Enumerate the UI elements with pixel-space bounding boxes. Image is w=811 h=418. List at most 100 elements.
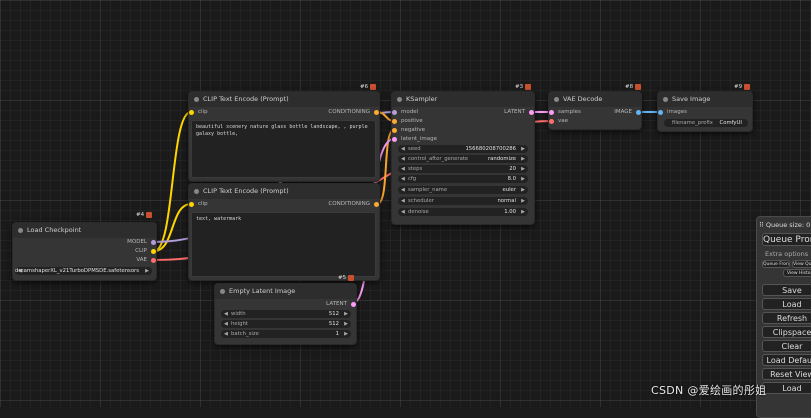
clipspace-button[interactable]: Clipspace	[762, 326, 811, 338]
node-title: KSampler	[392, 92, 534, 107]
reset-view-button[interactable]: Reset View	[762, 368, 811, 380]
empty-latent-image-node[interactable]: Empty Latent Image LATENT ◀ width 512 ▶ ◀ he…	[214, 283, 357, 345]
arrow-left-icon: ◀	[224, 311, 228, 317]
output-latent[interactable]: LATENT	[326, 300, 356, 309]
watermark: CSDN @爱绘画的彤姐	[651, 384, 767, 397]
node-title: Save Image	[658, 92, 752, 107]
output-conditioning[interactable]: CONDITIONING	[328, 200, 379, 209]
node-id-badge: #9	[734, 84, 751, 90]
node-icon	[348, 275, 355, 281]
arrow-left-icon: ◀	[401, 198, 405, 204]
node-title: CLIP Text Encode (Prompt)	[189, 92, 379, 107]
collapse-dot-icon	[18, 228, 23, 233]
input-latent-image[interactable]: latent_image	[392, 135, 437, 144]
arrow-right-icon: ▶	[344, 331, 348, 337]
view-queue-button[interactable]: View Queue	[792, 260, 811, 268]
arrow-right-icon: ▶	[521, 146, 525, 152]
output-vae[interactable]: VAE	[136, 256, 156, 265]
arrow-right-icon: ▶	[521, 209, 525, 215]
seed-widget[interactable]: ◀ seed 156680208700286 ▶	[398, 145, 528, 153]
queue-front-button[interactable]: Queue Front	[762, 260, 790, 268]
arrow-left-icon: ◀	[401, 209, 405, 215]
input-images[interactable]: images	[658, 108, 687, 117]
arrow-left-icon: ◀	[401, 146, 405, 152]
collapse-dot-icon	[663, 97, 668, 102]
output-clip[interactable]: CLIP	[135, 247, 156, 256]
collapse-dot-icon	[194, 189, 199, 194]
ckpt-name-combo[interactable]: ◀ dreamshaperXL_v21TurboDPMSDE.safetenso…	[15, 267, 152, 275]
node-icon	[525, 84, 532, 90]
load-default-button[interactable]: Load Default	[762, 354, 811, 366]
node-id-badge: #4	[136, 212, 153, 218]
filename-prefix-widget[interactable]: filename_prefix ComfyUI	[664, 119, 748, 127]
output-model[interactable]: MODEL	[127, 238, 156, 247]
node-icon	[635, 84, 642, 90]
arrow-left-icon: ◀	[401, 187, 405, 193]
node-title: Load Checkpoint	[13, 223, 156, 238]
input-model[interactable]: model	[392, 108, 418, 117]
save-image-node[interactable]: Save Image images filename_prefix ComfyUI	[657, 91, 753, 132]
output-conditioning[interactable]: CONDITIONING	[328, 108, 379, 117]
input-clip[interactable]: clip	[189, 200, 208, 209]
node-icon	[744, 84, 751, 90]
input-negative[interactable]: negative	[392, 126, 425, 135]
height-widget[interactable]: ◀ height 512 ▶	[221, 320, 351, 328]
steps-widget[interactable]: ◀ steps 20 ▶	[398, 165, 528, 173]
arrow-left-icon: ◀	[401, 176, 405, 182]
arrow-right-icon: ▶	[344, 321, 348, 327]
view-history-button[interactable]: View History	[783, 269, 811, 277]
clip-text-encode-positive-node[interactable]: CLIP Text Encode (Prompt) clip CONDITION…	[188, 91, 380, 182]
node-id-badge: #8	[625, 84, 642, 90]
input-samples[interactable]: samples	[549, 108, 581, 117]
output-latent[interactable]: LATENT	[504, 108, 534, 117]
clear-button[interactable]: Clear	[762, 340, 811, 352]
input-positive[interactable]: positive	[392, 117, 423, 126]
prompt-textarea[interactable]: beautiful scenery nature glass bottle la…	[191, 120, 376, 178]
arrow-left-icon: ◀	[401, 166, 405, 172]
node-title: CLIP Text Encode (Prompt)	[189, 184, 379, 199]
queue-size-label: ⠿ Queue size: 0	[759, 221, 811, 229]
denoise-widget[interactable]: ◀ denoise 1.00 ▶	[398, 208, 528, 216]
ksampler-node[interactable]: KSampler model LATENT positive negative …	[391, 91, 535, 225]
input-vae[interactable]: vae	[549, 117, 568, 126]
arrow-right-icon: ▶	[521, 198, 525, 204]
node-title: Empty Latent Image	[215, 284, 356, 299]
node-icon	[370, 84, 377, 90]
drag-handle-icon[interactable]: ⠿	[759, 221, 764, 229]
output-image[interactable]: IMAGE	[614, 108, 641, 117]
prompt-textarea[interactable]: text, watermark	[191, 212, 376, 277]
scheduler-widget[interactable]: ◀ scheduler normal ▶	[398, 197, 528, 205]
arrow-right-icon: ▶	[521, 187, 525, 193]
node-id-badge: #3	[515, 84, 532, 90]
extra-options-toggle[interactable]: Extra options	[765, 250, 808, 258]
cfg-widget[interactable]: ◀ cfg 8.0 ▶	[398, 175, 528, 183]
collapse-dot-icon	[220, 289, 225, 294]
batch-size-widget[interactable]: ◀ batch_size 1 ▶	[221, 330, 351, 338]
vae-decode-node[interactable]: VAE Decode samples IMAGE vae	[548, 91, 642, 130]
save-button[interactable]: Save	[762, 284, 811, 296]
load-checkpoint-node[interactable]: Load Checkpoint MODEL CLIP VAE ◀ dreamsh…	[12, 222, 157, 281]
node-title: VAE Decode	[549, 92, 641, 107]
collapse-dot-icon	[397, 97, 402, 102]
collapse-dot-icon	[554, 97, 559, 102]
arrow-right-icon: ▶	[344, 311, 348, 317]
node-icon	[146, 212, 153, 218]
load-extra-button[interactable]: Load	[762, 382, 811, 394]
arrow-right-icon: ▶	[521, 176, 525, 182]
arrow-left-icon: ◀	[401, 156, 405, 162]
sampler-name-widget[interactable]: ◀ sampler_name euler ▶	[398, 186, 528, 194]
queue-prompt-button[interactable]: Queue Prompt	[762, 233, 811, 246]
arrow-right-icon: ▶	[145, 268, 149, 274]
clip-text-encode-negative-node[interactable]: CLIP Text Encode (Prompt) clip CONDITION…	[188, 183, 380, 281]
node-id-badge: #6	[360, 84, 377, 90]
arrow-left-icon: ◀	[224, 321, 228, 327]
refresh-button[interactable]: Refresh	[762, 312, 811, 324]
input-clip[interactable]: clip	[189, 108, 208, 117]
collapse-dot-icon	[194, 97, 199, 102]
arrow-right-icon: ▶	[521, 156, 525, 162]
node-id-badge: #5	[338, 275, 355, 281]
width-widget[interactable]: ◀ width 512 ▶	[221, 310, 351, 318]
arrow-left-icon: ◀	[224, 331, 228, 337]
load-button[interactable]: Load	[762, 298, 811, 310]
control-after-generate-widget[interactable]: ◀ control_after_generate randomize ▶	[398, 155, 528, 163]
